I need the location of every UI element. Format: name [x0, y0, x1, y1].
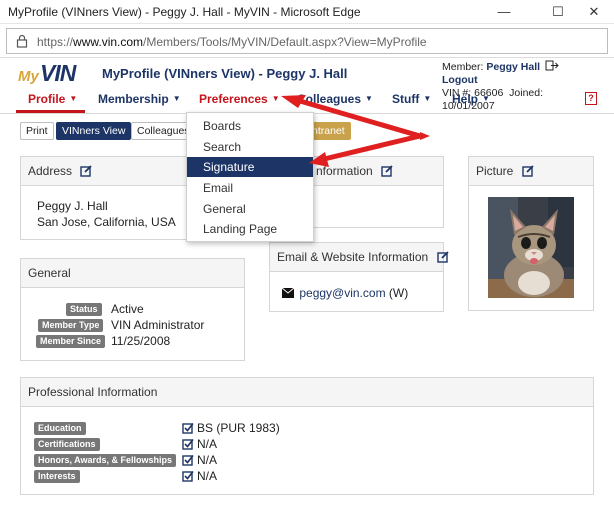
lock-icon	[16, 34, 28, 48]
general-value-status: Active	[111, 302, 144, 316]
prof-label-education: Education	[34, 422, 86, 435]
email-link[interactable]: peggy@vin.com	[299, 286, 385, 300]
caret-down-icon: ▼	[423, 94, 432, 103]
check-edit-icon	[182, 455, 194, 466]
menu-item-landing-page[interactable]: Landing Page	[187, 219, 313, 239]
url-text: https://www.vin.com/Members/Tools/MyVIN/…	[37, 35, 427, 49]
prof-label-certifications: Certifications	[34, 438, 100, 451]
profile-cat-photo	[488, 197, 574, 298]
check-edit-icon	[182, 423, 194, 434]
nav-stuff[interactable]: Stuff ▼	[392, 92, 431, 106]
preferences-dropdown: Boards Search Signature Email General La…	[186, 112, 314, 242]
address-city: San Jose, California, USA	[37, 215, 176, 229]
general-label-status: Status	[66, 303, 102, 316]
prof-label-interests: Interests	[34, 470, 80, 483]
vinners-view-button[interactable]: VINners View	[56, 122, 132, 140]
address-bar: https://www.vin.com/Members/Tools/MyVIN/…	[0, 24, 614, 58]
email-panel: Email & Website Information peggy@vin.co…	[269, 242, 449, 312]
minimize-icon[interactable]: —	[482, 0, 526, 24]
caret-down-icon: ▼	[365, 94, 373, 103]
menu-item-email[interactable]: Email	[187, 178, 313, 198]
close-icon[interactable]: ✕	[572, 0, 614, 24]
edit-icon[interactable]	[80, 165, 93, 177]
help-icon[interactable]: ?	[585, 92, 597, 105]
nav-profile[interactable]: Profile ▼	[28, 92, 77, 106]
logout-icon[interactable]	[545, 60, 559, 71]
nav-preferences[interactable]: Preferences ▼	[199, 92, 280, 106]
myvin-logo[interactable]: My VIN	[18, 60, 96, 86]
prof-value-honors: N/A	[182, 453, 217, 467]
menu-item-search[interactable]: Search	[187, 137, 313, 157]
active-tab-indicator	[16, 110, 85, 113]
menu-item-signature[interactable]: Signature	[187, 157, 313, 177]
main-nav: Profile ▼ Membership ▼ Preferences ▼ Collea…	[0, 88, 614, 114]
logout-link[interactable]: Logout	[442, 74, 478, 86]
edit-icon[interactable]	[522, 165, 534, 177]
menu-item-general[interactable]: General	[187, 199, 313, 219]
caret-down-icon: ▼	[271, 94, 280, 103]
caret-down-icon: ▼	[482, 94, 490, 103]
prof-value-certifications: N/A	[182, 437, 217, 451]
url-input[interactable]: https://www.vin.com/Members/Tools/MyVIN/…	[6, 28, 608, 54]
app-header: My VIN MyProfile (VINners View) - Peggy …	[0, 58, 614, 112]
member-name-link[interactable]: Peggy Hall	[486, 61, 540, 73]
general-label-member-type: Member Type	[38, 319, 104, 332]
general-value-member-since: 11/25/2008	[111, 334, 171, 348]
edit-icon[interactable]	[381, 165, 393, 177]
check-edit-icon	[182, 471, 194, 482]
envelope-icon	[281, 287, 295, 298]
caret-down-icon: ▼	[172, 94, 181, 103]
nav-help[interactable]: Help ▼	[452, 92, 490, 106]
email-row: peggy@vin.com (W)	[281, 286, 408, 300]
caret-down-icon: ▼	[69, 94, 78, 103]
edit-icon[interactable]	[436, 251, 449, 263]
professional-header: Professional Information	[21, 378, 593, 407]
check-edit-icon	[182, 439, 194, 450]
address-name: Peggy J. Hall	[37, 199, 108, 213]
window-titlebar: MyProfile (VINners View) - Peggy J. Hall…	[0, 0, 614, 24]
picture-header: Picture	[469, 157, 593, 186]
email-header: Email & Website Information	[270, 243, 449, 272]
nav-membership[interactable]: Membership ▼	[98, 92, 181, 106]
page-title: MyProfile (VINners View) - Peggy J. Hall	[102, 66, 348, 81]
general-label-member-since: Member Since	[36, 335, 106, 348]
prof-value-education: BS (PUR 1983)	[182, 421, 280, 435]
general-header: General	[21, 259, 244, 288]
prof-value-interests: N/A	[182, 469, 217, 483]
menu-item-boards[interactable]: Boards	[187, 116, 313, 136]
window-title: MyProfile (VINners View) - Peggy J. Hall…	[8, 5, 361, 19]
nav-colleagues[interactable]: Colleagues ▼	[297, 92, 373, 106]
print-button[interactable]: Print	[20, 122, 54, 140]
general-value-member-type: VIN Administrator	[111, 318, 205, 332]
prof-label-honors: Honors, Awards, & Fellowships	[34, 454, 177, 467]
professional-panel: Professional Information	[20, 377, 594, 495]
